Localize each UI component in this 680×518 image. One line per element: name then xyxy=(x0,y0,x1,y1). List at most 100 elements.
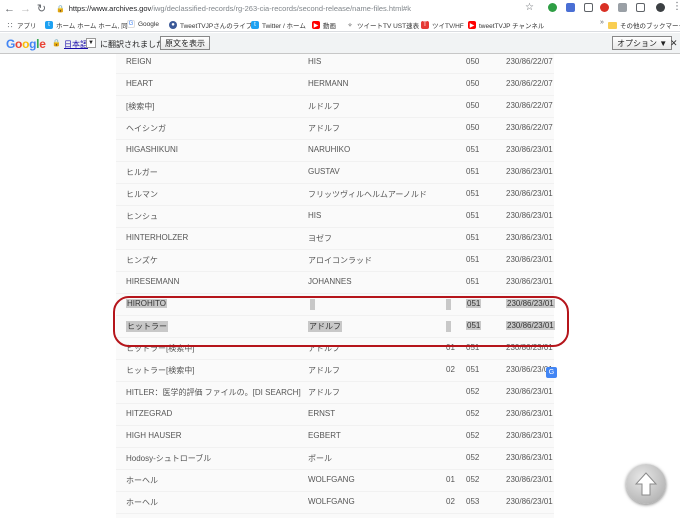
name-cell[interactable]: HIGH HAUSER xyxy=(126,431,182,440)
box-code-cell: 052 xyxy=(466,387,480,396)
given-name-cell: NARUHIKO xyxy=(308,145,351,154)
bookmark-label: アプリ xyxy=(17,23,37,30)
bookmark-home[interactable]: t ホーム ホーム ホーム, 同 xyxy=(45,20,128,30)
bookmark-label: Twitter / ホーム xyxy=(262,23,306,30)
bookmark-ustream[interactable]: ✧ ツイートTV UST速表 xyxy=(346,20,419,30)
table-row: HIGASHIKUNI NARUHIKO 051 230/86/23/01 xyxy=(116,140,554,162)
name-cell[interactable]: ヒットラー[検索中] xyxy=(126,365,194,376)
table-row: ヒルガー GUSTAV 051 230/86/23/01 xyxy=(116,162,554,184)
language-dropdown-icon[interactable]: ▼ xyxy=(86,38,96,48)
name-cell[interactable]: HEART xyxy=(126,79,153,88)
extension-blue-icon[interactable] xyxy=(566,3,575,12)
bookmark-star-icon[interactable]: ☆ xyxy=(525,2,534,13)
google-icon: G xyxy=(127,20,135,28)
name-cell[interactable]: HITLER：医学的評価 ファイルの。[DI SEARCH] xyxy=(126,387,301,398)
table-row: HITZEGRAD ERNST 052 230/86/23/01 xyxy=(116,404,554,426)
box-code-cell: 050 xyxy=(466,79,480,88)
show-original-button[interactable]: 原文を表示 xyxy=(160,36,210,50)
given-name-cell: ERNST xyxy=(308,409,336,418)
target-language-link[interactable]: 日本語 xyxy=(64,39,88,50)
more-bookmarks-chevron-icon[interactable]: » xyxy=(600,19,604,26)
bookmark-tweettv-live[interactable]: ● TweetTVJPさんのライブ xyxy=(169,20,252,30)
livestream-icon: ● xyxy=(169,21,177,29)
extension-green-icon[interactable] xyxy=(548,3,557,12)
bookmark-tsui-tv[interactable]: T ツイTV/HF xyxy=(421,20,464,30)
options-button[interactable]: オプション ▼ xyxy=(612,36,673,50)
extension-frame-icon[interactable] xyxy=(636,3,645,12)
table-row: HITLER：医学的評価 ファイルの。[DI SEARCH] アドルフ 052 230… xyxy=(116,382,554,404)
bookmark-label: ホーム ホーム ホーム, 同 xyxy=(56,23,128,30)
extension-cast-icon[interactable] xyxy=(584,3,593,12)
bookmark-label: TweetTVJPさんのライブ xyxy=(180,23,253,30)
location-ref-cell: 230/86/23/01 xyxy=(506,145,553,154)
close-translate-icon[interactable]: ✕ xyxy=(670,38,678,49)
name-cell[interactable]: HITZEGRAD xyxy=(126,409,172,418)
page-content: REIGN HIS 050 230/86/22/07 HEART HERMANN 050 23… xyxy=(0,54,680,518)
box-code-cell: 051 xyxy=(466,189,480,198)
given-name-cell: GUSTAV xyxy=(308,167,340,176)
location-ref-cell: 230/86/23/01 xyxy=(506,255,553,264)
other-bookmarks[interactable]: その他のブックマーク xyxy=(608,20,680,30)
given-name-cell: JOHANNES xyxy=(308,277,352,286)
name-cell[interactable]: ヒンズケ xyxy=(126,255,158,266)
name-cell[interactable]: ヘイシンガ xyxy=(126,123,166,134)
name-cell[interactable]: HIGASHIKUNI xyxy=(126,145,178,154)
menu-kebab-icon[interactable]: ⋮ xyxy=(672,1,680,12)
name-files-table: REIGN HIS 050 230/86/22/07 HEART HERMANN 050 23… xyxy=(116,54,555,518)
other-bookmarks-label: その他のブックマーク xyxy=(620,23,680,30)
arrow-up-icon xyxy=(634,472,658,496)
app-icon: T xyxy=(421,21,429,29)
ustream-icon: ✧ xyxy=(346,21,354,29)
given-name-cell: WOLFGANG xyxy=(308,475,355,484)
part-number-cell: 02 xyxy=(446,497,455,506)
bookmark-tweettvjp-channel[interactable]: ▶ tweetTVJP チャンネル xyxy=(468,20,544,30)
bookmark-videos[interactable]: ▶ 動画 xyxy=(312,20,336,30)
table-row: HIGH HAUSER EGBERT 052 230/86/23/01 xyxy=(116,426,554,448)
name-cell[interactable]: ヒルガー xyxy=(126,167,158,178)
table-row: HIRESEMANN JOHANNES 051 230/86/23/01 xyxy=(116,272,554,294)
reload-icon[interactable]: ↻ xyxy=(35,2,48,15)
table-row: ヒンズケ アロイコンラッド 051 230/86/23/01 xyxy=(116,250,554,272)
extension-red-icon[interactable] xyxy=(600,3,609,12)
name-cell[interactable]: REIGN xyxy=(126,57,151,66)
youtube-icon: ▶ xyxy=(468,21,476,29)
name-cell[interactable]: ホーヘル xyxy=(126,475,158,486)
location-ref-cell: 230/86/23/01 xyxy=(506,167,553,176)
bookmark-label: ツイートTV UST速表 xyxy=(357,23,420,30)
table-row: REIGN HIS 050 230/86/22/07 xyxy=(116,54,554,74)
table-row: ホーヘル WOLFGANG 02 053 230/86/23/01 xyxy=(116,492,554,514)
google-translate-icon[interactable]: G xyxy=(546,367,557,378)
apps-grid-icon: ∷ xyxy=(7,20,13,30)
table-row: HEART HERMANN 050 230/86/22/07 xyxy=(116,74,554,96)
location-ref-cell: 230/86/23/01 xyxy=(506,211,553,220)
folder-icon xyxy=(608,21,617,29)
name-cell[interactable]: ヒンシュ xyxy=(126,211,158,222)
bookmark-google[interactable]: G Google xyxy=(127,20,159,28)
location-ref-cell: 230/86/22/07 xyxy=(506,123,553,132)
back-arrow-icon[interactable]: ← xyxy=(3,2,16,15)
table-row: ヘイシンガ アドルフ 050 230/86/22/07 xyxy=(116,118,554,140)
box-code-cell: 050 xyxy=(466,57,480,66)
bookmarks-bar: ∷ アプリ t ホーム ホーム ホーム, 同 G Google ● TweetT… xyxy=(0,17,680,32)
given-name-cell: アドルフ xyxy=(308,388,340,397)
bookmark-apps[interactable]: ∷ アプリ xyxy=(6,20,37,31)
name-cell[interactable]: [検索中] xyxy=(126,101,154,112)
given-name-cell: HERMANN xyxy=(308,79,349,88)
forward-arrow-icon[interactable]: → xyxy=(19,2,32,15)
given-name-cell: アドルフ xyxy=(308,124,340,133)
box-code-cell: 051 xyxy=(466,255,480,264)
name-cell[interactable]: HIRESEMANN xyxy=(126,277,179,286)
bookmark-twitter-home[interactable]: t Twitter / ホーム xyxy=(251,20,306,30)
url-field[interactable]: 🔒 https://www.archives.gov/iwg/declassif… xyxy=(56,1,566,16)
highlight-oval xyxy=(113,296,569,347)
name-cell[interactable]: Hodosy-シュトローブル xyxy=(126,453,211,464)
scroll-to-top-button[interactable] xyxy=(626,464,666,504)
profile-avatar-icon[interactable] xyxy=(656,3,665,12)
extension-gray-icon[interactable] xyxy=(618,3,627,12)
lock-icon: 🔒 xyxy=(56,5,65,13)
bookmark-label: tweetTVJP チャンネル xyxy=(479,23,545,30)
name-cell[interactable]: HINTERHOLZER xyxy=(126,233,188,242)
name-cell[interactable]: ヒルマン xyxy=(126,189,158,200)
given-name-cell: HIS xyxy=(308,57,322,66)
name-cell[interactable]: ホーヘル xyxy=(126,497,158,508)
